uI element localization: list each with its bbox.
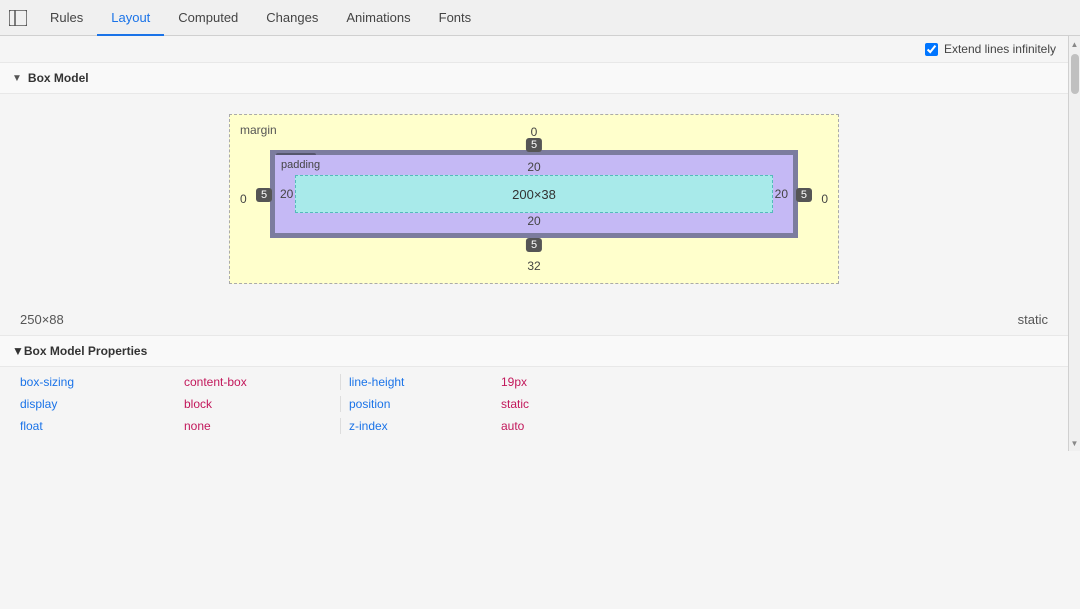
margin-label: margin [240, 123, 277, 137]
prop-name-z-index: z-index [341, 417, 501, 435]
tab-computed[interactable]: Computed [164, 0, 252, 36]
tab-animations[interactable]: Animations [332, 0, 424, 36]
tab-layout[interactable]: Layout [97, 0, 164, 36]
scrollbar-thumb[interactable] [1071, 54, 1079, 94]
border-bottom-badge: 5 [526, 236, 542, 252]
prop-name-display: display [20, 395, 180, 413]
bm-props-triangle-icon: ▼ [12, 344, 24, 358]
margin-left-value: 0 [240, 192, 247, 206]
prop-name-position: position [341, 395, 501, 413]
prop-val-z-index: auto [501, 417, 661, 435]
scrollbar-up-button[interactable]: ▲ [1069, 38, 1080, 50]
prop-val-box-sizing: content-box [180, 373, 340, 391]
padding-top-value: 20 [527, 160, 540, 174]
element-position: static [1018, 312, 1048, 327]
prop-val-display: block [180, 395, 340, 413]
prop-val-float: none [180, 417, 340, 435]
extend-lines-bar: Extend lines infinitely [0, 36, 1068, 63]
box-model-section-header[interactable]: ▼ Box Model [0, 63, 1068, 94]
dimensions-row: 250×88 static [0, 304, 1068, 336]
padding-right-value: 20 [775, 187, 788, 201]
border-left-badge: 5 [256, 186, 272, 202]
box-model-properties-header[interactable]: ▼ Box Model Properties [0, 336, 1068, 367]
border-top-badge: 5 [526, 136, 542, 152]
padding-left-value: 20 [280, 187, 293, 201]
scrollbar-down-button[interactable]: ▼ [1069, 437, 1080, 449]
box-model-title: Box Model [28, 71, 89, 85]
margin-right-value: 0 [821, 192, 828, 206]
box-model-diagram: margin 0 32 0 0 border 5 5 5 5 pa [0, 94, 1068, 304]
tab-changes[interactable]: Changes [252, 0, 332, 36]
element-size: 250×88 [20, 312, 64, 327]
bm-props-title: Box Model Properties [24, 344, 147, 358]
extend-lines-checkbox[interactable] [925, 43, 938, 56]
tab-fonts[interactable]: Fonts [425, 0, 486, 36]
extend-lines-label: Extend lines infinitely [944, 42, 1056, 56]
box-model-triangle-icon: ▼ [12, 73, 22, 84]
prop-name-box-sizing: box-sizing [20, 373, 180, 391]
prop-val-position: static [501, 395, 661, 413]
bm-props-table: box-sizing content-box line-height 19px … [0, 367, 1068, 441]
padding-bottom-value: 20 [527, 214, 540, 228]
padding-label: padding [281, 159, 320, 171]
content-box: 200×38 [295, 175, 773, 213]
top-nav: Rules Layout Computed Changes Animations… [0, 0, 1080, 36]
content-size-label: 200×38 [512, 187, 556, 202]
border-right-badge: 5 [796, 186, 812, 202]
panel-toggle-icon[interactable] [4, 4, 32, 32]
prop-name-line-height: line-height [341, 373, 501, 391]
prop-val-line-height: 19px [501, 373, 661, 391]
content-area: Extend lines infinitely ▼ Box Model marg… [0, 36, 1068, 451]
scrollbar-track: ▲ ▼ [1068, 36, 1080, 451]
tab-rules[interactable]: Rules [36, 0, 97, 36]
prop-name-float: float [20, 417, 180, 435]
main-content-wrapper: Extend lines infinitely ▼ Box Model marg… [0, 36, 1080, 451]
margin-bottom-value: 32 [527, 259, 540, 273]
